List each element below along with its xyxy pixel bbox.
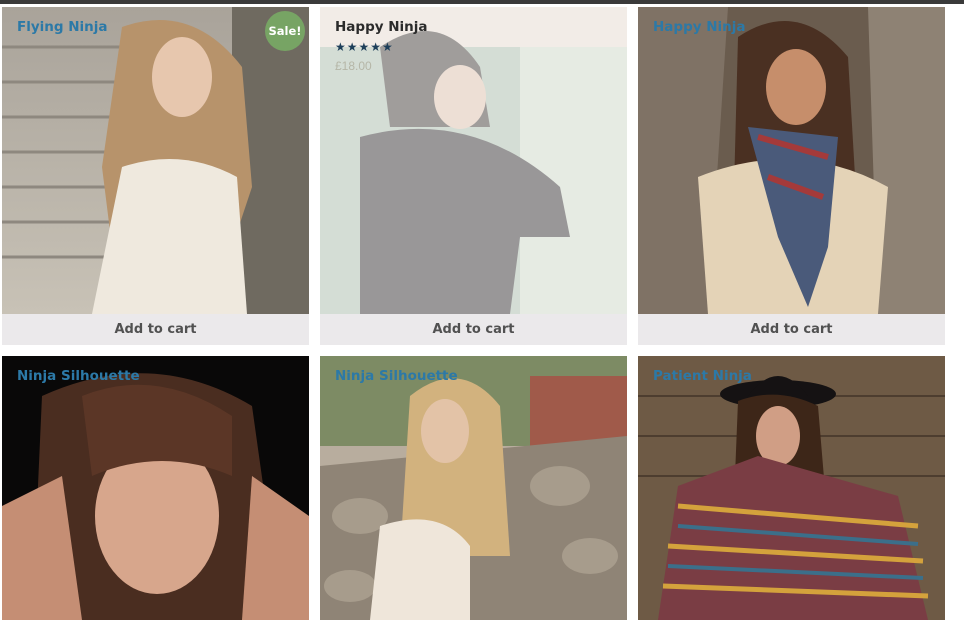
product-card-happy-ninja-1: Happy Ninja ★★★★★ £18.00 Add to cart xyxy=(320,7,627,345)
product-image[interactable] xyxy=(638,356,945,620)
product-photo-flying-ninja xyxy=(2,7,309,314)
product-card-ninja-silhouette-1: Ninja Silhouette xyxy=(2,356,309,620)
product-photo-patient-ninja xyxy=(638,356,945,620)
product-photo-ninja-silhouette-2 xyxy=(320,356,627,620)
product-title-link[interactable]: Happy Ninja xyxy=(335,19,428,35)
product-card-ninja-silhouette-2: Ninja Silhouette xyxy=(320,356,627,620)
add-to-cart-button[interactable]: Add to cart xyxy=(638,314,945,345)
product-title-link[interactable]: Happy Ninja xyxy=(653,19,746,35)
product-photo-happy-ninja-2 xyxy=(638,7,945,314)
add-to-cart-button[interactable]: Add to cart xyxy=(2,314,309,345)
product-photo-ninja-silhouette-1 xyxy=(2,356,309,620)
product-grid: Flying Ninja Sale! Add to cart Happy Nin… xyxy=(0,0,964,620)
product-title-link[interactable]: Flying Ninja xyxy=(17,19,108,35)
add-to-cart-button[interactable]: Add to cart xyxy=(320,314,627,345)
product-image[interactable] xyxy=(320,356,627,620)
sale-badge: Sale! xyxy=(265,11,305,51)
product-image[interactable] xyxy=(638,7,945,314)
star-rating: ★★★★★ xyxy=(335,40,394,54)
product-card-flying-ninja: Flying Ninja Sale! Add to cart xyxy=(2,7,309,345)
product-title-link[interactable]: Ninja Silhouette xyxy=(17,368,140,384)
product-image[interactable] xyxy=(2,7,309,314)
product-title-link[interactable]: Ninja Silhouette xyxy=(335,368,458,384)
product-price: £18.00 xyxy=(335,59,372,73)
product-card-patient-ninja: Patient Ninja xyxy=(638,356,945,620)
product-image[interactable] xyxy=(2,356,309,620)
product-card-happy-ninja-2: Happy Ninja Add to cart xyxy=(638,7,945,345)
product-title-link[interactable]: Patient Ninja xyxy=(653,368,752,384)
